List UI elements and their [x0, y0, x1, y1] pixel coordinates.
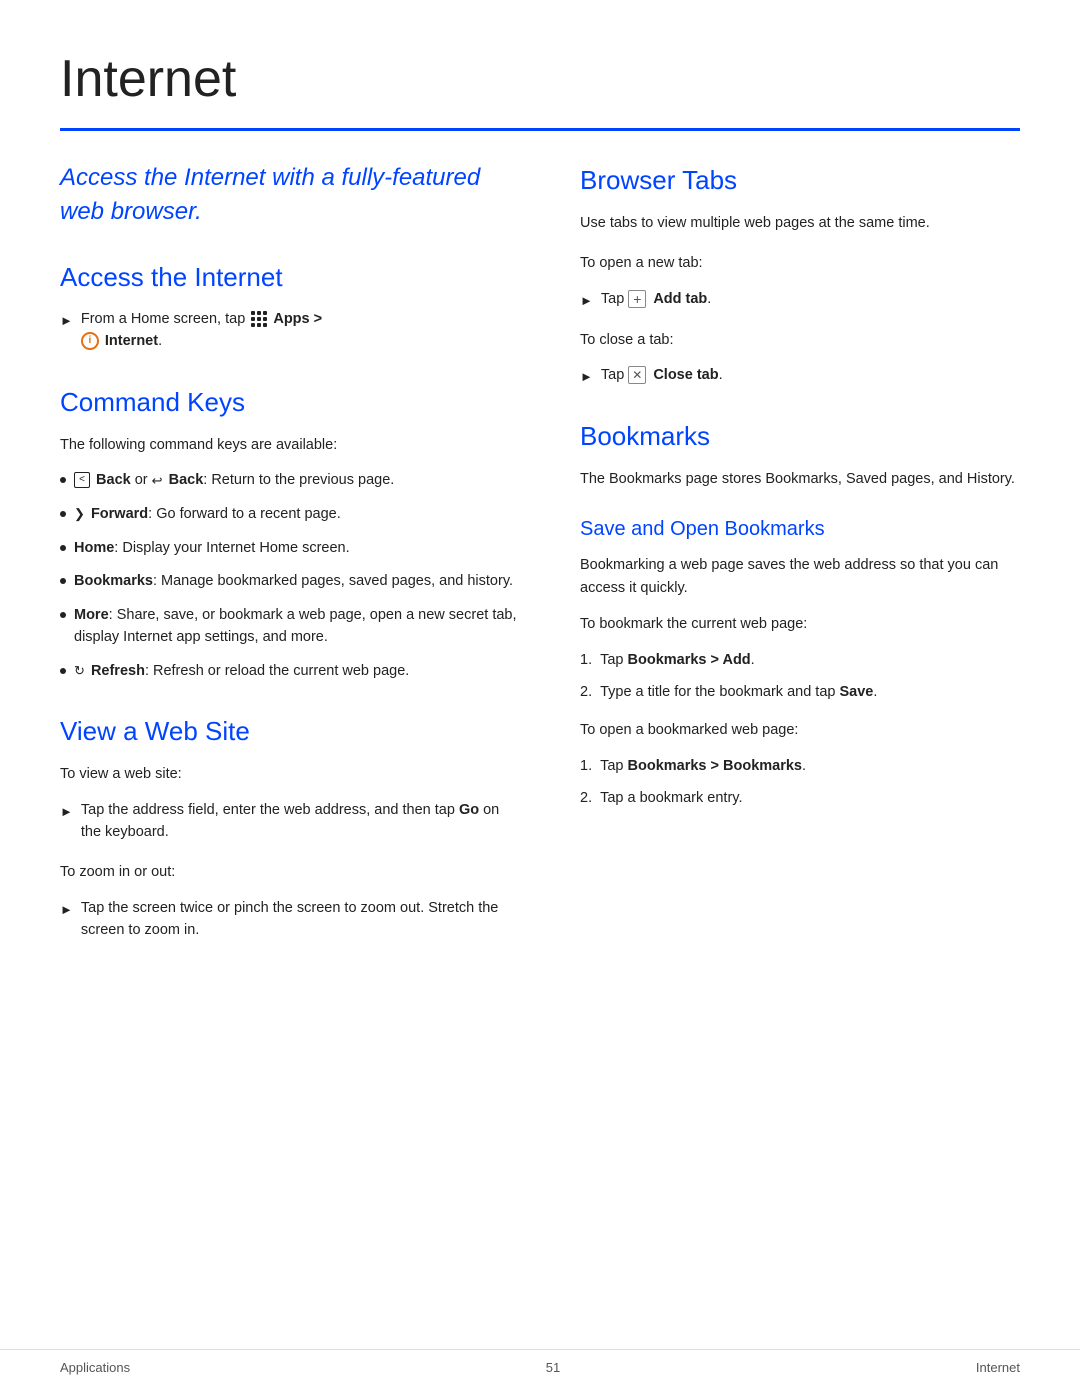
close-tab-label: To close a tab:	[580, 329, 1020, 351]
bullet-dot	[60, 668, 66, 674]
right-column: Browser Tabs Use tabs to view multiple w…	[580, 161, 1020, 825]
arrow-icon-zoom: ►	[60, 900, 73, 920]
view-step1: ► Tap the address field, enter the web a…	[60, 800, 520, 844]
save-open-heading: Save and Open Bookmarks	[580, 514, 1020, 544]
intro-text: Access the Internet with a fully-feature…	[60, 161, 520, 228]
bullet-dot	[60, 477, 66, 483]
close-tab-icon: ✕	[628, 366, 646, 384]
apps-grid-icon	[249, 311, 273, 327]
access-internet-step: ► From a Home screen, tap Apps > i Inter…	[60, 309, 520, 353]
arrow-icon-new-tab: ►	[580, 291, 593, 311]
zoom-step: ► Tap the screen twice or pinch the scre…	[60, 898, 520, 942]
bullet-dot	[60, 545, 66, 551]
command-keys-intro: The following command keys are available…	[60, 434, 520, 456]
arrow-icon-access: ►	[60, 311, 73, 331]
arrow-icon-view: ►	[60, 802, 73, 822]
bookmark-steps-list: 1. Tap Bookmarks > Add. 2. Type a title …	[580, 650, 1020, 704]
access-internet-heading: Access the Internet	[60, 258, 520, 297]
bullet-dot	[60, 612, 66, 618]
to-view-label: To view a web site:	[60, 763, 520, 785]
bookmarks-heading: Bookmarks	[580, 417, 1020, 456]
back-key-icon: <	[74, 472, 90, 488]
internet-app-icon: i	[81, 332, 99, 350]
list-item: Home: Display your Internet Home screen.	[60, 538, 520, 560]
return-icon: ↩	[152, 471, 163, 491]
to-zoom-label: To zoom in or out:	[60, 861, 520, 883]
view-web-site-heading: View a Web Site	[60, 712, 520, 751]
footer-right: Internet	[976, 1358, 1020, 1378]
list-item: 1. Tap Bookmarks > Add.	[580, 650, 1020, 672]
arrow-icon-close-tab: ►	[580, 367, 593, 387]
left-column: Access the Internet with a fully-feature…	[60, 161, 520, 951]
browser-tabs-description: Use tabs to view multiple web pages at t…	[580, 212, 1020, 234]
list-item: < Back or ↩ Back: Return to the previous…	[60, 470, 520, 492]
list-item: 1. Tap Bookmarks > Bookmarks.	[580, 756, 1020, 778]
page-title: Internet	[60, 40, 1020, 118]
access-internet-text: From a Home screen, tap Apps > i Interne…	[81, 309, 322, 353]
new-tab-label: To open a new tab:	[580, 252, 1020, 274]
footer-left: Applications	[60, 1358, 130, 1378]
list-item: More: Share, save, or bookmark a web pag…	[60, 605, 520, 649]
command-keys-list: < Back or ↩ Back: Return to the previous…	[60, 470, 520, 682]
list-item: 2. Type a title for the bookmark and tap…	[580, 682, 1020, 704]
bookmark-current-label: To bookmark the current web page:	[580, 613, 1020, 635]
list-item: ↻ Refresh: Refresh or reload the current…	[60, 661, 520, 683]
page-footer: Applications 51 Internet	[0, 1349, 1080, 1378]
refresh-icon: ↻	[74, 661, 85, 681]
new-tab-step: ► Tap + Add tab.	[580, 289, 1020, 311]
command-keys-heading: Command Keys	[60, 383, 520, 422]
close-tab-step: ► Tap ✕ Close tab.	[580, 365, 1020, 387]
list-item: 2. Tap a bookmark entry.	[580, 788, 1020, 810]
bullet-dot	[60, 511, 66, 517]
open-steps-list: 1. Tap Bookmarks > Bookmarks. 2. Tap a b…	[580, 756, 1020, 810]
add-tab-icon: +	[628, 290, 646, 308]
browser-tabs-heading: Browser Tabs	[580, 161, 1020, 200]
open-bookmarked-label: To open a bookmarked web page:	[580, 719, 1020, 741]
bookmarks-description: The Bookmarks page stores Bookmarks, Sav…	[580, 468, 1020, 490]
forward-icon: ❯	[74, 504, 85, 524]
bullet-dot	[60, 578, 66, 584]
title-divider	[60, 128, 1020, 131]
list-item: Bookmarks: Manage bookmarked pages, save…	[60, 571, 520, 593]
footer-center: 51	[546, 1358, 560, 1378]
list-item: ❯ Forward: Go forward to a recent page.	[60, 504, 520, 526]
save-open-description: Bookmarking a web page saves the web add…	[580, 554, 1020, 599]
